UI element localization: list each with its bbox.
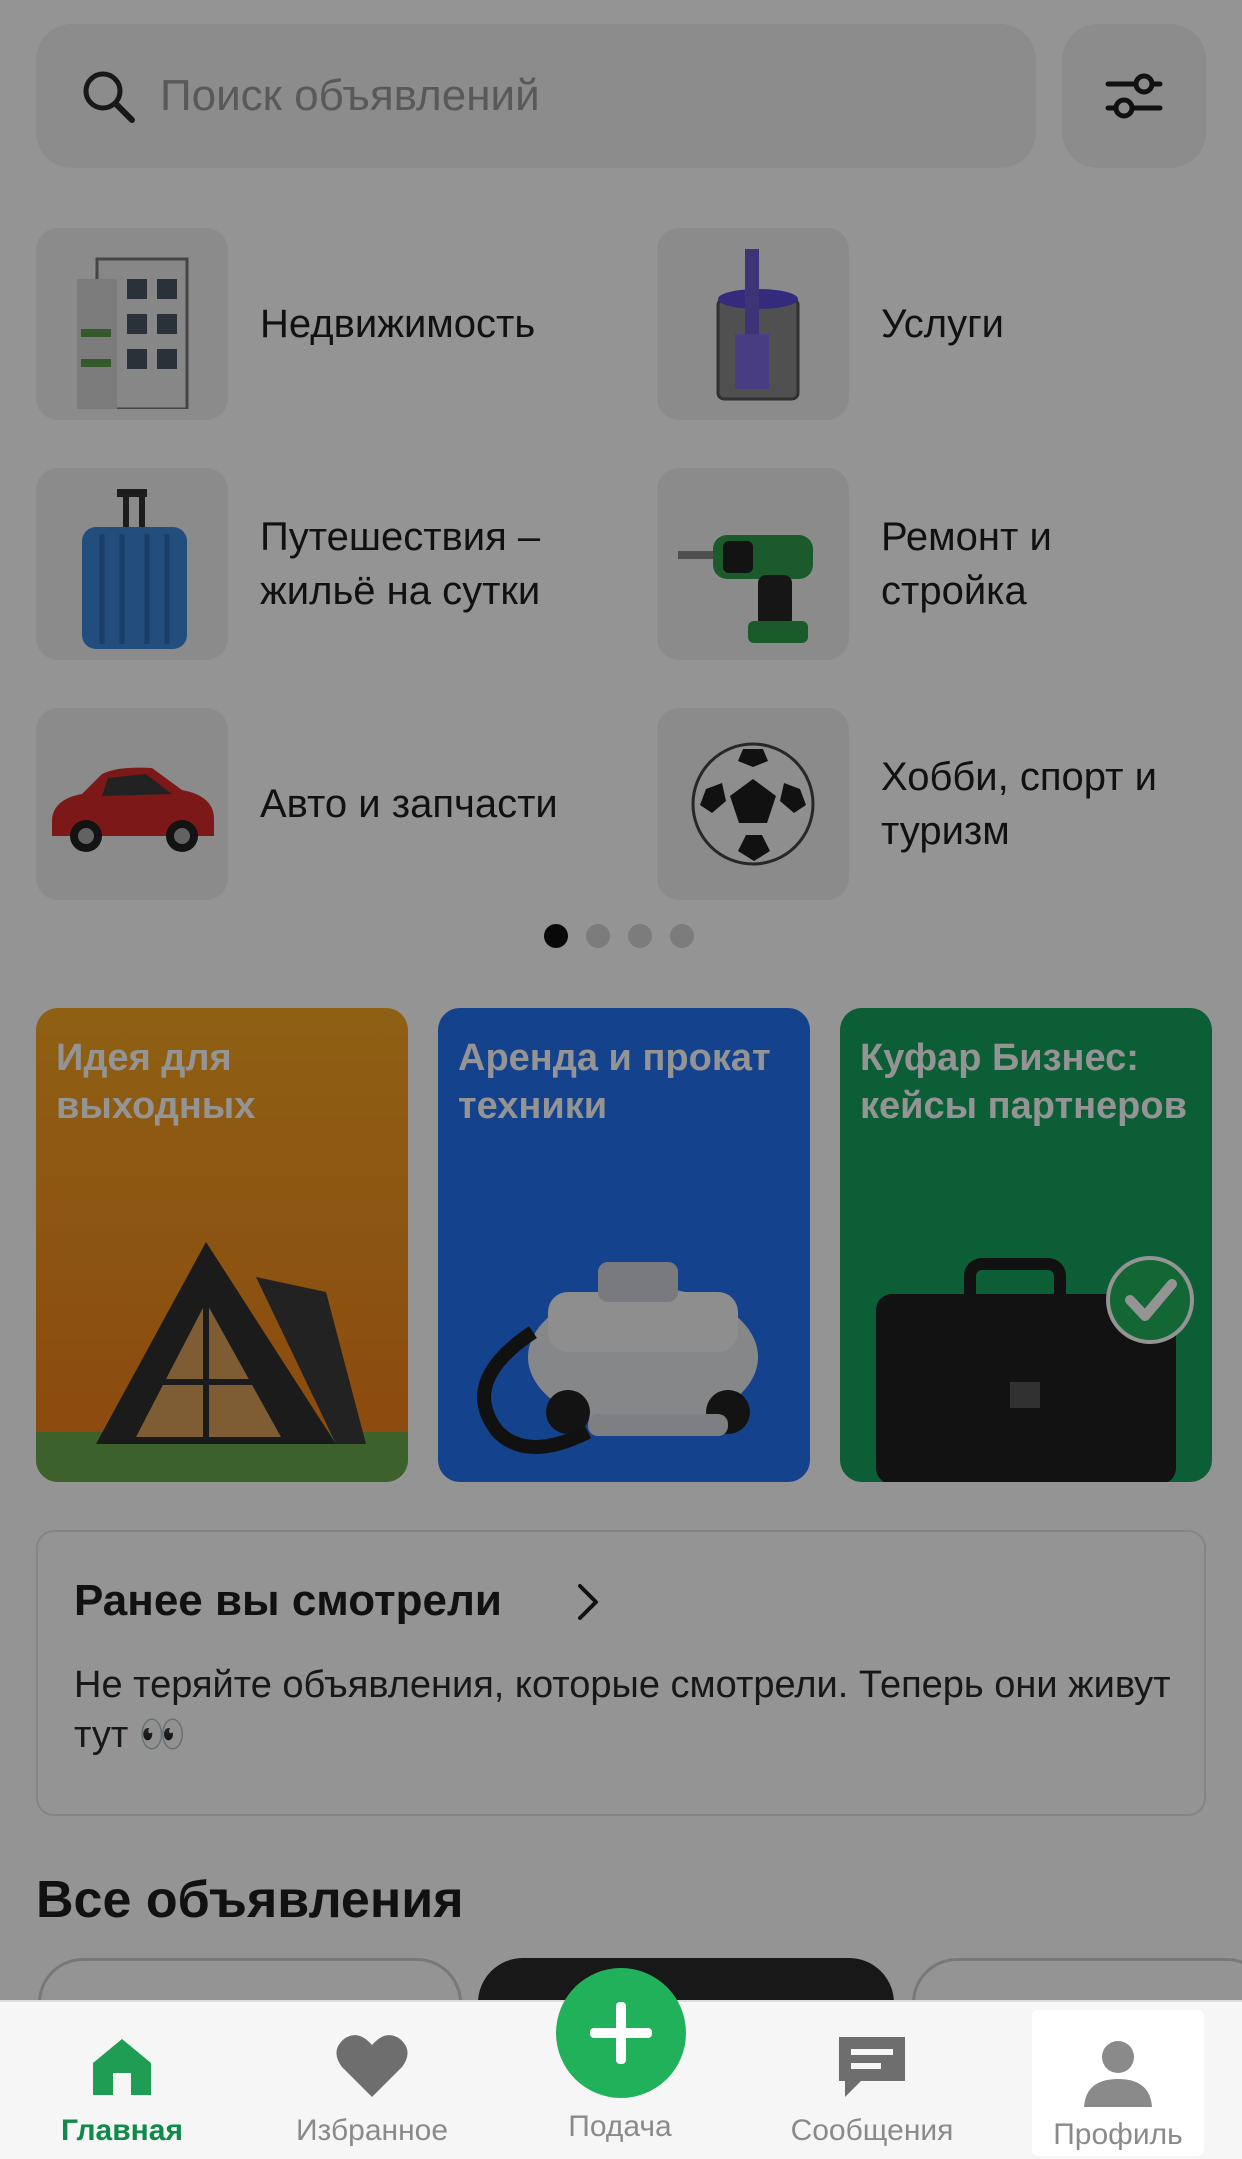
- chevron-right-icon: [578, 1584, 598, 1620]
- tab-profile[interactable]: Профиль: [1032, 2010, 1204, 2156]
- carousel-pagination: [544, 924, 694, 948]
- chat-icon: [832, 2026, 912, 2106]
- paint-can-icon: [657, 228, 849, 420]
- car-icon: [36, 708, 228, 900]
- tab-home[interactable]: Главная: [22, 2002, 222, 2159]
- category-label: Хобби, спорт и туризм: [881, 755, 1157, 853]
- tab-profile-inner: Профиль: [1018, 2010, 1218, 2159]
- vacuum-cleaner-icon: [477, 1262, 758, 1454]
- tab-label: Сообщения: [790, 2114, 954, 2147]
- recently-viewed-title: Ранее вы смотрели: [74, 1576, 502, 1625]
- search-bar[interactable]: [36, 24, 1036, 168]
- promo-title: Куфар Бизнес: кейсы партнеров: [860, 1037, 1187, 1127]
- category-services[interactable]: Услуги: [657, 228, 1201, 420]
- filter-icon: [1105, 73, 1163, 119]
- category-label: Недвижимость: [260, 302, 536, 346]
- promo-equipment-rental[interactable]: Аренда и прокат техники: [438, 1008, 810, 1482]
- filter-button[interactable]: [1062, 24, 1206, 168]
- home-screen: Недвижимость Услуги: [0, 0, 1242, 2159]
- tab-label: Избранное: [295, 2114, 449, 2147]
- cabin-icon: [36, 1242, 408, 1482]
- tab-label: Главная: [60, 2114, 183, 2147]
- category-label: Путешествия – жильё на сутки: [260, 515, 541, 613]
- category-label: Услуги: [881, 302, 1005, 346]
- category-auto[interactable]: Авто и запчасти: [36, 708, 580, 900]
- category-real-estate[interactable]: Недвижимость: [36, 228, 580, 420]
- search-input[interactable]: [160, 71, 980, 121]
- page-dot[interactable]: [586, 924, 610, 948]
- tab-favorites[interactable]: Избранное: [272, 2002, 472, 2159]
- building-icon: [36, 228, 228, 420]
- post-ad-button[interactable]: [556, 1968, 686, 2098]
- page-dot[interactable]: [670, 924, 694, 948]
- category-repair[interactable]: Ремонт и стройка: [657, 468, 1201, 660]
- category-label: Авто и запчасти: [260, 782, 558, 826]
- page-dot[interactable]: [628, 924, 652, 948]
- promo-kufar-business[interactable]: Куфар Бизнес: кейсы партнеров: [840, 1008, 1212, 1482]
- tab-messages[interactable]: Сообщения: [772, 2002, 972, 2159]
- home-icon: [82, 2026, 162, 2106]
- category-label: Ремонт и стройка: [881, 515, 1052, 613]
- category-hobby[interactable]: Хобби, спорт и туризм: [657, 708, 1201, 900]
- page-dot[interactable]: [544, 924, 568, 948]
- search-icon: [83, 71, 135, 123]
- promo-title: Аренда и прокат техники: [458, 1037, 771, 1127]
- football-icon: [657, 708, 849, 900]
- promo-title: Идея для выходных: [56, 1037, 256, 1127]
- all-listings-title: Все объявления: [36, 1871, 464, 1929]
- person-icon: [1078, 2034, 1158, 2114]
- briefcase-icon: [876, 1256, 1194, 1482]
- plus-icon: [590, 2002, 652, 2064]
- recently-viewed-text: Не теряйте объявления, которые смотрели.…: [74, 1664, 1171, 1756]
- post-ad-label: Подача: [568, 2110, 672, 2143]
- category-travel[interactable]: Путешествия – жильё на сутки: [36, 468, 580, 660]
- suitcase-icon: [36, 468, 228, 660]
- tab-label: Профиль: [1053, 2118, 1183, 2151]
- drill-icon: [657, 468, 849, 660]
- heart-icon: [332, 2026, 412, 2106]
- promo-weekend-ideas[interactable]: Идея для выходных: [36, 1008, 408, 1482]
- recently-viewed-card[interactable]: Ранее вы смотрели Не теряйте объявления,…: [36, 1530, 1206, 1816]
